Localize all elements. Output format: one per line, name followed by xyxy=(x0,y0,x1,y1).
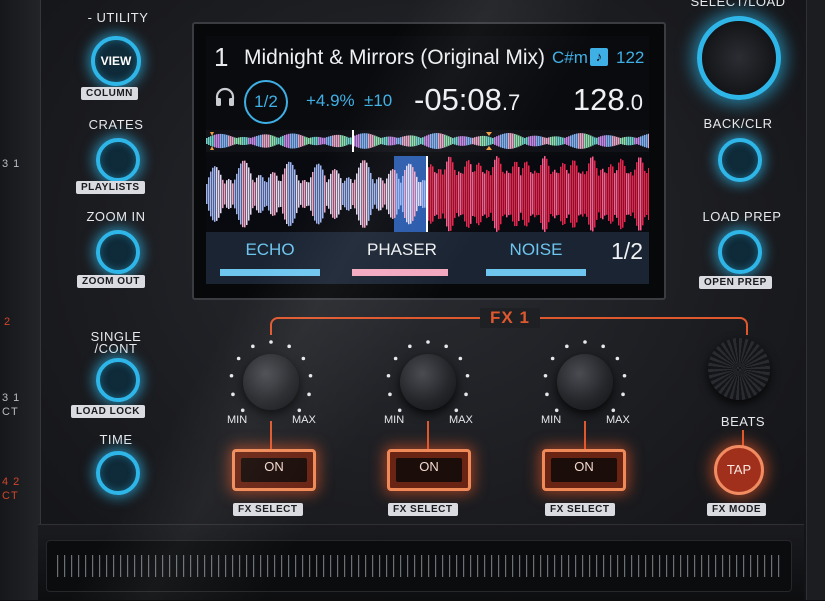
remaining-time: -05:08.7 xyxy=(414,82,520,118)
fx-2-level-knob[interactable] xyxy=(400,354,456,410)
fx-page-indicator: 1/2 xyxy=(611,238,643,264)
view-button[interactable]: VIEW xyxy=(91,36,141,86)
fx-3-select-tag: FX SELECT xyxy=(545,503,615,516)
track-title: Midnight & Mirrors (Original Mix) xyxy=(244,46,546,69)
fx-2-on-button[interactable]: ON xyxy=(387,449,471,491)
left-edge-strip xyxy=(0,0,41,600)
waveform-overview xyxy=(206,130,649,152)
fx-slot-2-name: PHASER xyxy=(367,240,437,259)
utility-label: - UTILITY xyxy=(87,10,149,25)
fx-1-on-button[interactable]: ON xyxy=(232,449,316,491)
touch-strip[interactable] xyxy=(46,540,792,592)
fx-3-on-button[interactable]: ON xyxy=(542,449,626,491)
edge-label: 2 xyxy=(4,316,12,328)
time-main: -05:08 xyxy=(414,82,502,117)
max-label: MAX xyxy=(606,414,630,426)
fx-mode-tag: FX MODE xyxy=(707,503,767,516)
min-label: MIN xyxy=(227,414,248,426)
fx-2-on-label: ON xyxy=(396,458,462,482)
deck-number: 1 xyxy=(214,42,229,72)
column-tag: COLUMN xyxy=(81,87,138,100)
fx-3-level-knob[interactable] xyxy=(557,354,613,410)
zoom-in-label: ZOOM IN xyxy=(86,209,146,224)
select-load-knob[interactable] xyxy=(697,16,781,100)
music-note-icon: ♪ xyxy=(590,48,608,66)
waveform-detail xyxy=(206,156,649,232)
fx-slot-1-bar xyxy=(220,269,320,276)
tempo-percent: +4.9% xyxy=(306,91,355,110)
single-cont-button[interactable] xyxy=(96,358,140,402)
fx-assign-row: ECHO PHASER NOISE 1/2 xyxy=(206,232,649,284)
fx-slot-1-name: ECHO xyxy=(245,240,295,259)
zoom-out-tag: ZOOM OUT xyxy=(77,275,145,288)
headphones-icon xyxy=(215,87,235,106)
display-screen: 1 Midnight & Mirrors (Original Mix) C#m … xyxy=(206,36,649,284)
fx-3-on-label: ON xyxy=(551,458,617,482)
fx-slot-3-name: NOISE xyxy=(509,240,563,259)
load-prep-button[interactable] xyxy=(718,230,762,274)
max-label: MAX xyxy=(292,414,316,426)
zoom-button[interactable] xyxy=(96,230,140,274)
back-clr-button[interactable] xyxy=(718,138,762,182)
beats-label: BEATS xyxy=(720,414,766,429)
crates-label: CRATES xyxy=(88,117,144,132)
edge-label: 3 1 xyxy=(2,158,21,170)
edge-label: CT xyxy=(2,490,19,502)
right-edge-strip xyxy=(806,0,825,600)
original-bpm: 122 xyxy=(616,48,645,67)
open-prep-tag: OPEN PREP xyxy=(699,276,772,289)
connector-line xyxy=(270,421,272,449)
max-label: MAX xyxy=(449,414,473,426)
tempo-range: ±10 xyxy=(364,91,393,110)
connector-line xyxy=(742,430,744,446)
time-button[interactable] xyxy=(96,451,140,495)
min-label: MIN xyxy=(541,414,562,426)
connector-line xyxy=(427,421,429,449)
fx-slot-2-bar xyxy=(352,269,448,276)
beat-loop-indicator: 1/2 xyxy=(244,80,288,124)
fx-slot-3-bar xyxy=(486,269,586,276)
fx-1-select-tag: FX SELECT xyxy=(233,503,303,516)
current-bpm: 128.0 xyxy=(573,82,643,118)
beats-knob[interactable] xyxy=(708,338,770,400)
fx-1-on-label: ON xyxy=(241,458,307,482)
view-button-label: VIEW xyxy=(100,54,132,68)
key-value: C#m xyxy=(552,48,588,67)
edge-label: 3 1 xyxy=(2,392,21,404)
select-load-label: SELECT/LOAD xyxy=(690,0,786,9)
single-label-2: /CONT xyxy=(94,341,138,356)
tap-button[interactable]: TAP xyxy=(714,445,764,495)
crates-button[interactable] xyxy=(96,138,140,182)
back-clr-label: BACK/CLR xyxy=(703,116,773,131)
time-fraction: .7 xyxy=(501,90,521,115)
time-label: TIME xyxy=(99,432,133,447)
fx-2-select-tag: FX SELECT xyxy=(388,503,458,516)
load-lock-tag: LOAD LOCK xyxy=(71,405,145,418)
edge-label: 4 2 xyxy=(2,476,21,488)
fx-unit-title: FX 1 xyxy=(480,308,540,328)
load-prep-label: LOAD PREP xyxy=(702,209,782,224)
bpm-main: 128 xyxy=(572,82,625,117)
playlists-tag: PLAYLISTS xyxy=(76,181,145,194)
controller-panel: 3 1 2 3 1 CT 4 2 CT - UTILITY VIEW COLUM… xyxy=(0,0,825,601)
fx-1-level-knob[interactable] xyxy=(243,354,299,410)
connector-line xyxy=(584,421,586,449)
edge-label: CT xyxy=(2,406,19,418)
min-label: MIN xyxy=(384,414,405,426)
bpm-fraction: .0 xyxy=(624,90,643,115)
